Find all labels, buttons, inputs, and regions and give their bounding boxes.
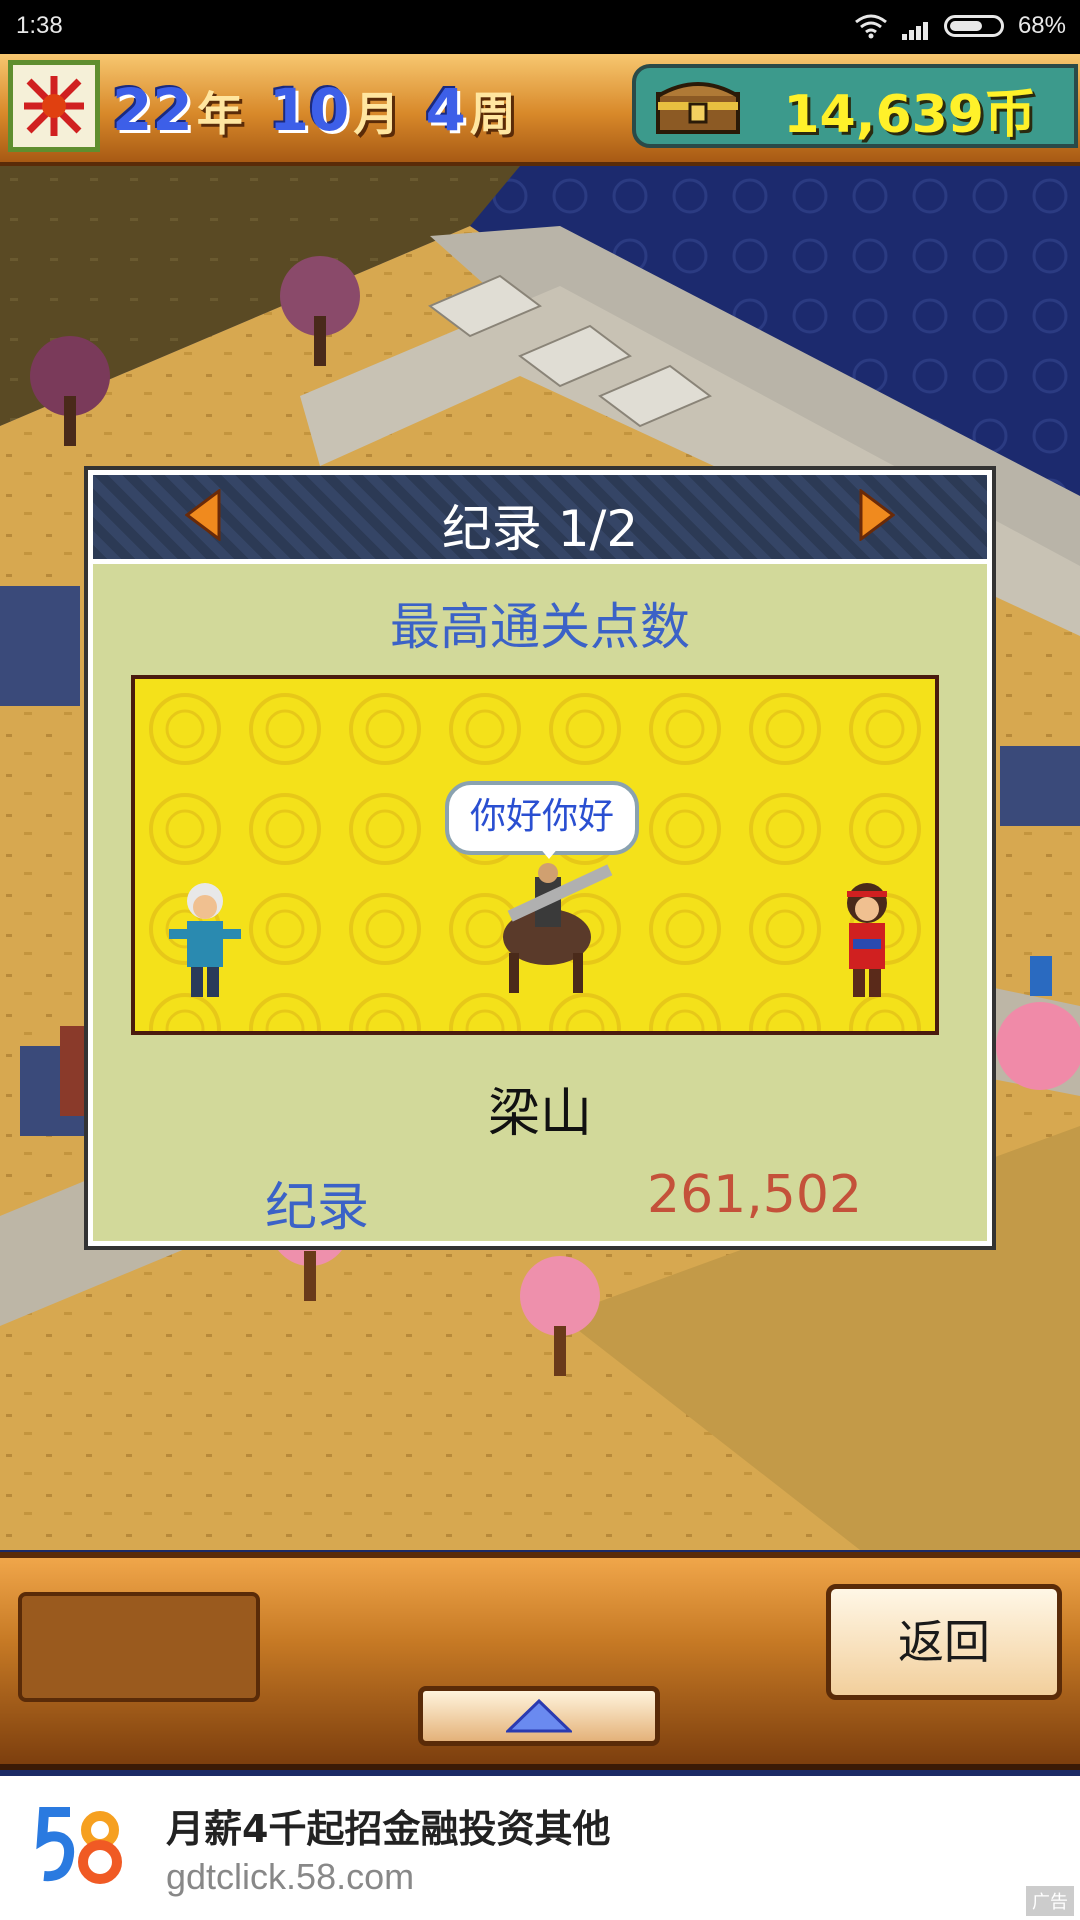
arrow-right-icon	[859, 488, 896, 542]
year-unit: 年	[196, 87, 243, 141]
expand-menu-button[interactable]	[418, 1686, 660, 1746]
week-value: 4	[425, 76, 466, 144]
coin-panel: 14,639币	[632, 64, 1078, 148]
triangle-up-icon	[506, 1699, 572, 1733]
rider-character-icon	[503, 863, 613, 993]
ad-url[interactable]: gdtclick.58.com	[166, 1856, 414, 1898]
team-name: 梁山	[487, 1084, 592, 1144]
next-record-button[interactable]	[859, 488, 896, 545]
game-date: 22 年 10 月 4 周	[112, 76, 542, 144]
record-category: 最高通关点数	[390, 598, 690, 656]
month-unit: 月	[353, 87, 400, 141]
wifi-icon	[855, 14, 887, 39]
treasure-chest-icon	[656, 82, 740, 134]
bottom-menu-bar: 返回	[0, 1552, 1080, 1770]
week-unit: 周	[469, 87, 516, 141]
58-logo-icon	[36, 1807, 122, 1884]
coin-count: 14,639币	[783, 85, 1036, 145]
record-value: 261,502	[647, 1165, 863, 1225]
battery-icon	[943, 15, 1004, 37]
speech-bubble: 你好你好	[445, 781, 639, 859]
month-value: 10	[268, 76, 350, 144]
record-dialog: 纪录 1/2 最高通关点数 你好你好 梁山 纪录 261,502	[84, 466, 996, 1250]
warrior-character-icon	[847, 883, 887, 997]
advisor-character-icon	[169, 883, 241, 997]
empty-slot	[18, 1592, 260, 1702]
ad-banner[interactable]: 月薪4千起招金融投资其他 gdtclick.58.com 广告	[0, 1776, 1080, 1920]
record-scene: 你好你好	[131, 675, 939, 1035]
ad-title[interactable]: 月薪4千起招金融投资其他	[166, 1798, 610, 1853]
kingdom-emblem[interactable]	[8, 60, 100, 152]
ad-tag: 广告	[1026, 1886, 1074, 1916]
record-label: 纪录	[265, 1178, 370, 1238]
top-hud: 22 年 10 月 4 周 14,639币	[0, 54, 1080, 166]
status-time: 1:38	[16, 12, 63, 39]
emblem-icon	[19, 71, 89, 141]
dialog-header: 纪录 1/2	[93, 475, 987, 564]
dialog-title: 纪录 1/2	[441, 500, 639, 558]
year-value: 22	[112, 76, 193, 144]
battery-percent: 68%	[1017, 12, 1066, 39]
back-button[interactable]: 返回	[826, 1584, 1062, 1700]
signal-icon	[901, 12, 930, 40]
status-bar: 1:38 68%	[0, 0, 1080, 54]
